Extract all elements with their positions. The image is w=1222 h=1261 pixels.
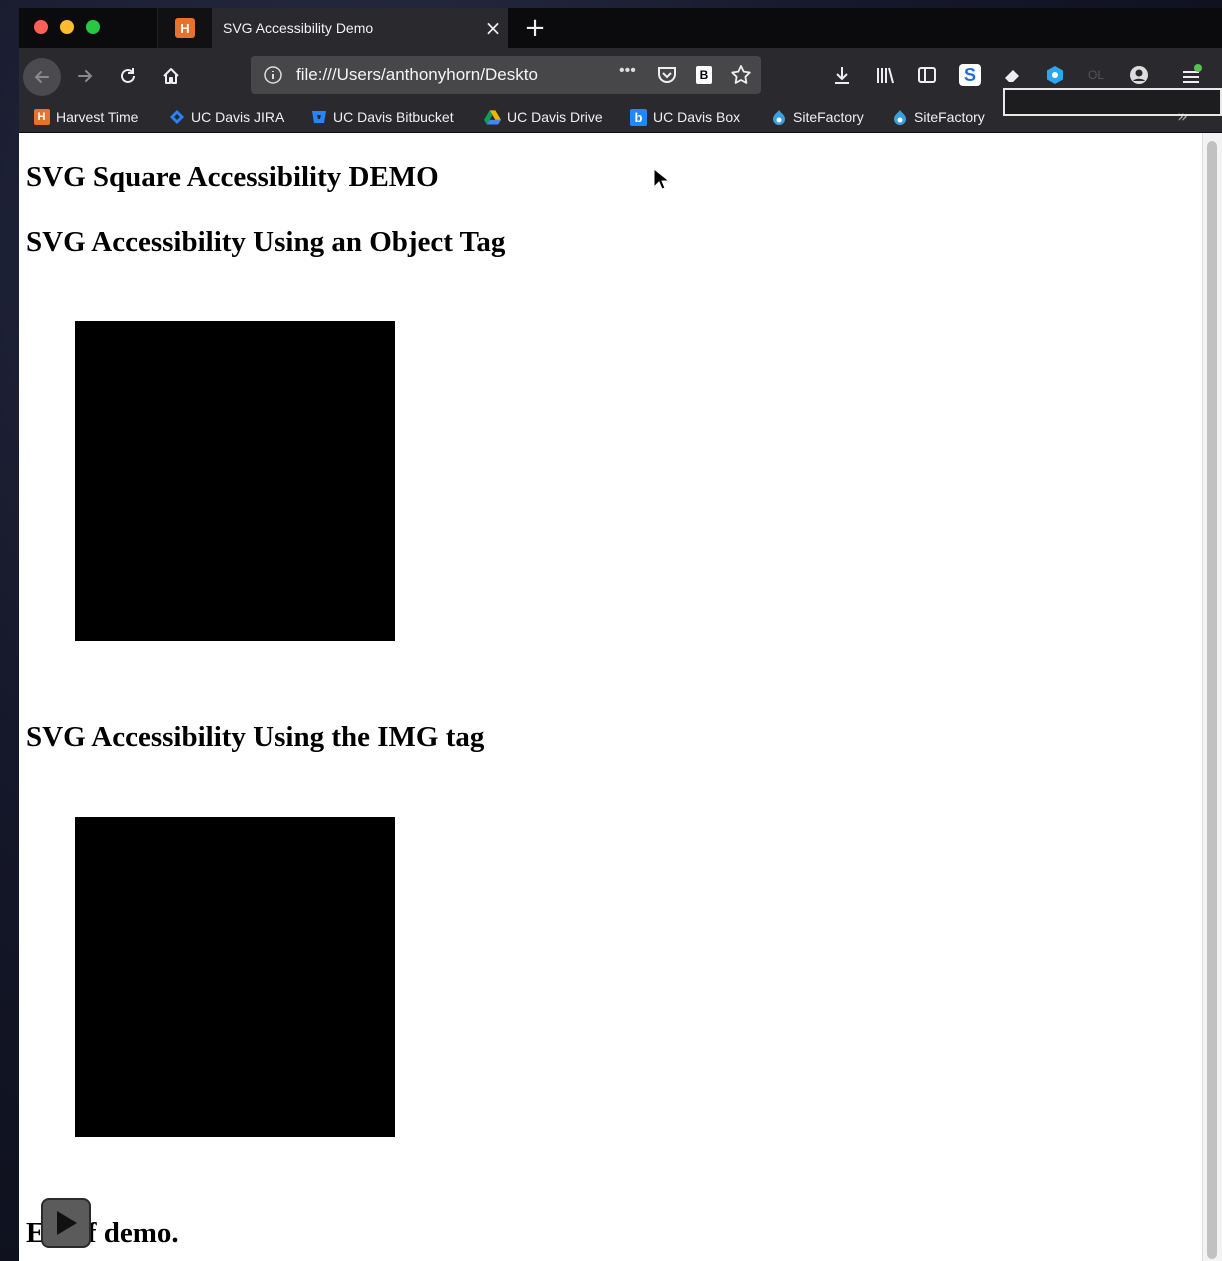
vertical-scrollbar[interactable] [1202,133,1222,1261]
home-button[interactable] [155,60,187,92]
bitbucket-icon [310,109,327,126]
tab-bar: H SVG Accessibility Demo × + [19,8,1222,48]
bookmark-uc-davis-jira[interactable]: UC Davis JIRA [168,106,284,128]
library-button[interactable] [870,60,900,90]
close-window-button[interactable] [34,20,48,34]
tab-harvest[interactable]: H [157,8,212,48]
browser-window: H SVG Accessibility Demo × + file:///Use… [19,8,1222,1261]
bookmark-harvest-time[interactable]: H Harvest Time [33,106,138,128]
url-text[interactable]: file:///Users/anthonyhorn/Deskto [296,65,574,85]
page-title: SVG Square Accessibility DEMO [26,161,439,193]
s-extension-icon: S [959,64,981,86]
maximize-window-button[interactable] [86,20,100,34]
bookmark-sitefactory-test[interactable]: SiteFactory [891,106,985,128]
hexagon-extension-icon [1047,66,1063,84]
home-icon [163,68,179,84]
info-icon[interactable] [263,65,283,85]
play-icon [57,1211,77,1235]
minimize-window-button[interactable] [60,20,74,34]
svg-square-img [75,817,395,1137]
account-icon [1130,66,1148,84]
bookmark-uc-davis-bitbucket[interactable]: UC Davis Bitbucket [310,106,454,128]
reload-icon [121,68,135,83]
heading-object-tag: SVG Accessibility Using an Object Tag [26,226,506,258]
library-icon [877,67,894,84]
eraser-icon [1005,70,1019,82]
bookmark-uc-davis-drive[interactable]: UC Davis Drive [484,106,603,128]
mouse-cursor-icon [653,168,669,190]
extension-ol-button[interactable]: OL [1081,60,1111,90]
back-button[interactable] [23,58,61,96]
drupal-icon [770,109,787,126]
sidebar-icon [918,67,936,83]
tab-close-button[interactable]: × [478,18,508,38]
tab-svg-accessibility-demo[interactable]: SVG Accessibility Demo × [212,8,508,48]
tab-title: SVG Accessibility Demo [223,20,374,36]
harvest-favicon-icon: H [175,18,195,38]
pocket-icon[interactable] [656,64,678,86]
drupal-icon [891,109,908,126]
scrollbar-thumb[interactable] [1207,141,1217,1259]
bookmark-uc-davis-box[interactable]: b UC Davis Box [630,106,740,128]
svg-square-object [75,321,395,641]
reload-button[interactable] [112,60,144,92]
arrow-left-icon [34,71,49,83]
extension-eraser-button[interactable] [997,60,1027,90]
forward-button[interactable] [69,60,101,92]
download-icon [835,67,849,84]
play-button[interactable] [41,1198,91,1248]
extension-blue-button[interactable] [1040,60,1070,90]
overlay-outline-box [1003,88,1222,116]
box-icon: b [630,108,647,126]
bookmark-star-icon[interactable] [729,63,753,87]
arrow-right-icon [78,70,93,82]
downloads-button[interactable] [827,60,857,90]
new-tab-button[interactable]: + [519,12,551,44]
harvest-icon: H [33,109,50,126]
menu-button[interactable] [1176,60,1206,90]
drive-icon [484,109,501,126]
page-actions-button[interactable]: ••• [619,62,636,80]
hamburger-menu-icon [1183,64,1202,83]
page-content: SVG Square Accessibility DEMO SVG Access… [19,133,1202,1261]
address-bar[interactable]: file:///Users/anthonyhorn/Deskto ••• B [251,56,761,94]
jira-icon [168,109,185,126]
reader-b-icon[interactable]: B [696,66,712,84]
extension-s-button[interactable]: S [955,60,985,90]
account-button[interactable] [1124,60,1154,90]
sidebar-button[interactable] [912,60,942,90]
heading-img-tag: SVG Accessibility Using the IMG tag [26,721,485,753]
bookmark-sitefactory[interactable]: SiteFactory [770,106,864,128]
